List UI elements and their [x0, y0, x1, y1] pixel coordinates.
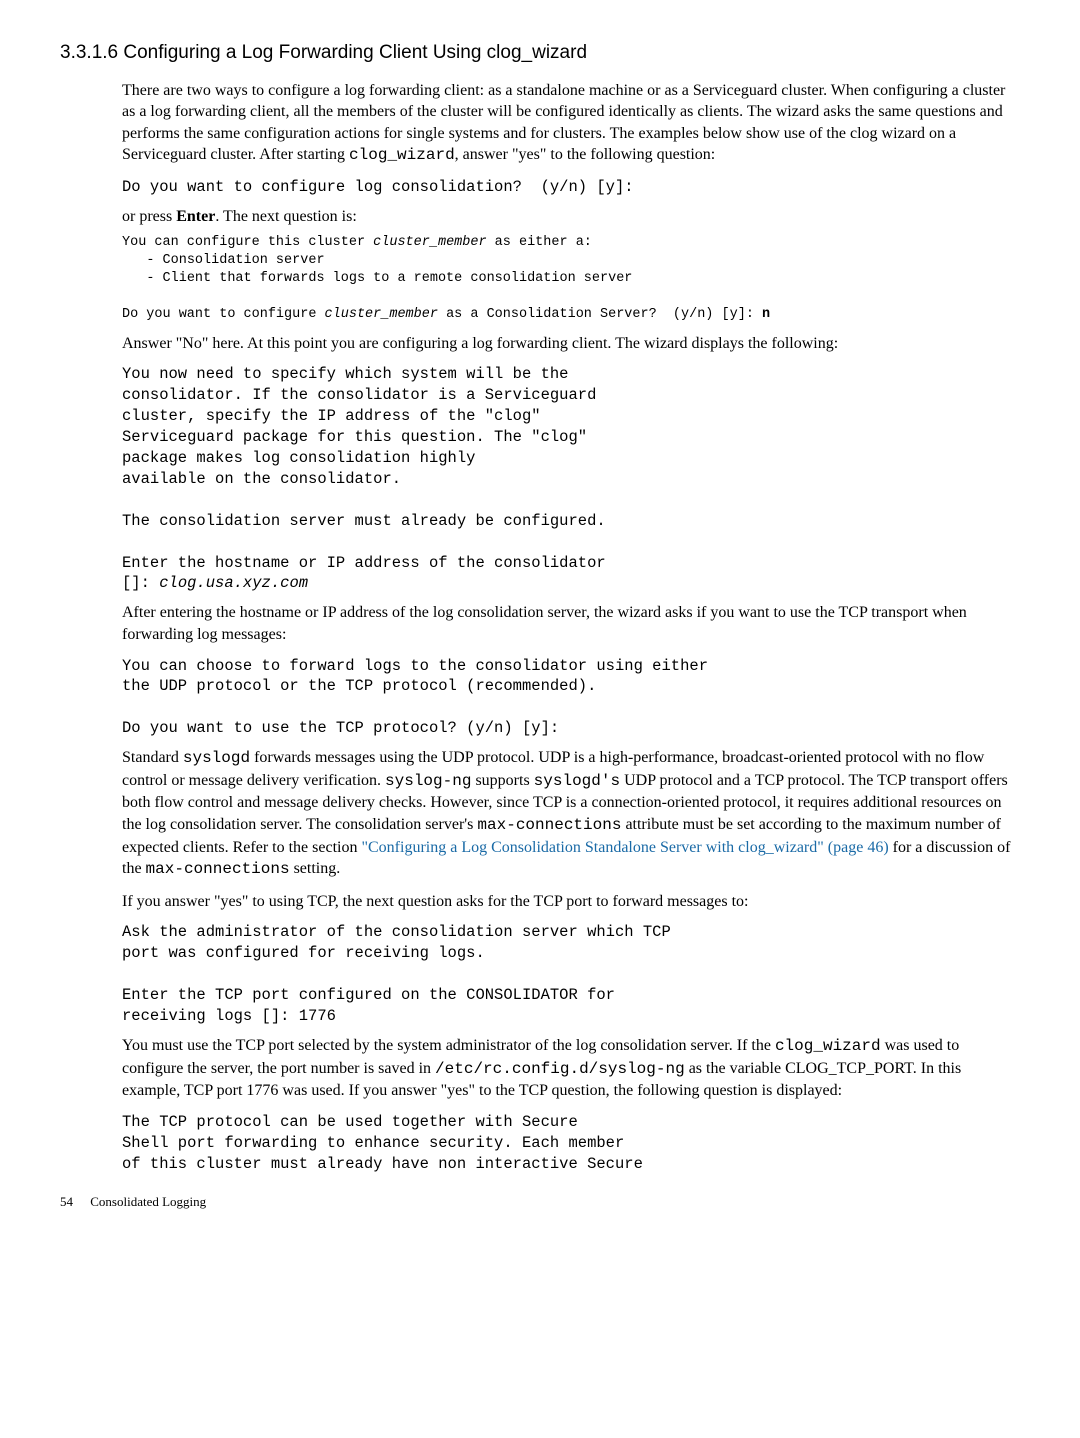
- code-inline-clog-wizard: clog_wizard: [349, 146, 455, 164]
- paragraph-tcp-question: After entering the hostname or IP addres…: [122, 602, 1020, 645]
- code-question-1: Do you want to configure log consolidati…: [122, 177, 1020, 198]
- footer-chapter-title: Consolidated Logging: [90, 1194, 206, 1209]
- code-inline-max-connections-2: max-connections: [146, 860, 290, 878]
- code-inline-clog-wizard-2: clog_wizard: [775, 1037, 881, 1055]
- text: You must use the TCP port selected by th…: [122, 1037, 775, 1054]
- cross-reference-link[interactable]: "Configuring a Log Consolidation Standal…: [361, 839, 888, 856]
- code-cluster-config: You can configure this cluster cluster_m…: [122, 234, 1020, 325]
- paragraph-answer-no: Answer "No" here. At this point you are …: [122, 333, 1020, 355]
- text: You now need to specify which system wil…: [122, 365, 606, 592]
- text: as a Consolidation Server? (y/n) [y]:: [438, 307, 762, 322]
- code-inline-syslog-ng: syslog-ng: [385, 772, 471, 790]
- code-inline-max-connections: max-connections: [477, 816, 621, 834]
- cluster-member-var: cluster_member: [325, 307, 438, 322]
- page-number: 54: [60, 1193, 73, 1211]
- code-inline-syslogds: syslogd's: [534, 772, 620, 790]
- section-heading: 3.3.1.6 Configuring a Log Forwarding Cli…: [60, 40, 1020, 66]
- text: Standard: [122, 749, 183, 766]
- text: supports: [471, 772, 533, 789]
- hostname-example: clog.usa.xyz.com: [159, 574, 308, 592]
- code-inline-syslogd: syslogd: [183, 749, 250, 767]
- text: setting.: [290, 860, 341, 877]
- paragraph-port-saved: You must use the TCP port selected by th…: [122, 1035, 1020, 1102]
- text: or press: [122, 208, 176, 225]
- text: , answer "yes" to the following question…: [455, 146, 716, 163]
- paragraph-tcp-port: If you answer "yes" to using TCP, the ne…: [122, 891, 1020, 913]
- code-inline-path: /etc/rc.config.d/syslog-ng: [435, 1060, 685, 1078]
- code-consolidator-prompt: You now need to specify which system wil…: [122, 364, 1020, 594]
- code-tcp-port: Ask the administrator of the consolidati…: [122, 922, 1020, 1027]
- text: You can configure this cluster: [122, 235, 373, 250]
- answer-n: n: [762, 307, 770, 322]
- code-secure-shell: The TCP protocol can be used together wi…: [122, 1112, 1020, 1175]
- paragraph-syslogd: Standard syslogd forwards messages using…: [122, 747, 1020, 881]
- paragraph-intro: There are two ways to configure a log fo…: [122, 80, 1020, 167]
- cluster-member-var: cluster_member: [373, 235, 486, 250]
- content-block: There are two ways to configure a log fo…: [122, 80, 1020, 1175]
- enter-key: Enter: [176, 208, 215, 225]
- text: . The next question is:: [215, 208, 356, 225]
- code-tcp-protocol: You can choose to forward logs to the co…: [122, 656, 1020, 740]
- page-footer: 54 Consolidated Logging: [60, 1193, 1020, 1211]
- paragraph-press-enter: or press Enter. The next question is:: [122, 206, 1020, 228]
